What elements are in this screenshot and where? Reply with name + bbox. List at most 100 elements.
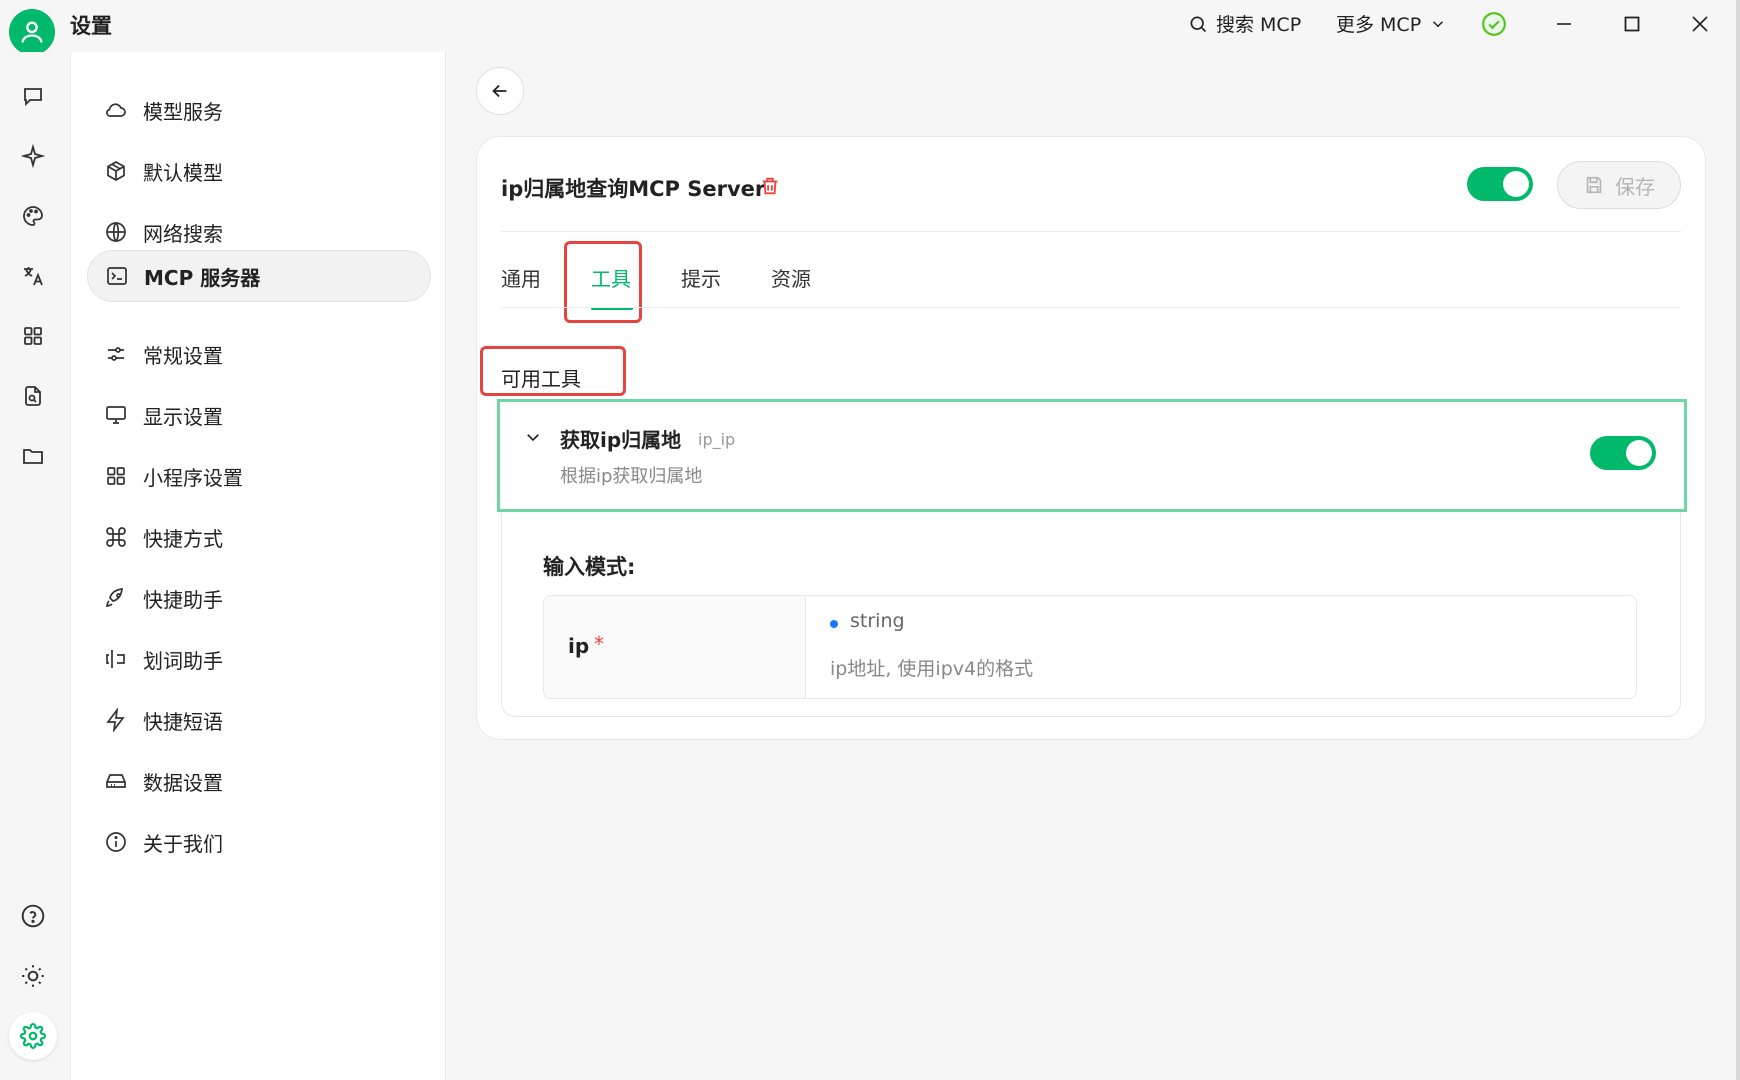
menu-item-mcp-servers[interactable]: MCP 服务器	[87, 250, 431, 302]
save-icon	[1586, 176, 1602, 194]
text-cursor-icon	[103, 646, 129, 672]
arrow-left-icon	[492, 84, 507, 98]
settings-menu: 模型服务 默认模型 网络搜索 MCP 服务器 常规设置 显示设置 小程序设置 快…	[70, 52, 446, 1080]
cloud-icon	[103, 97, 129, 123]
required-mark: *	[594, 632, 604, 656]
toggle-knob	[1626, 440, 1652, 466]
tool-item[interactable]: 获取ip归属地 ip_ip 根据ip获取归属地	[497, 399, 1687, 512]
gear-icon	[20, 1023, 46, 1049]
search-icon	[1190, 16, 1207, 32]
sliders-icon	[103, 341, 129, 367]
param-description: ip地址, 使用ipv4的格式	[830, 658, 1034, 680]
search-mcp-button[interactable]: 搜索 MCP	[1188, 10, 1301, 37]
command-icon	[103, 524, 129, 550]
menu-item-label: 默认模型	[143, 160, 223, 185]
translate-icon	[24, 267, 43, 286]
type-bullet	[830, 620, 838, 628]
menu-item-label: 快捷助手	[143, 587, 223, 612]
tool-name: 获取ip归属地	[560, 428, 682, 452]
menu-item-quick-assistant[interactable]: 快捷助手	[87, 572, 431, 624]
rail-apps-button[interactable]	[13, 316, 53, 356]
tab-resources[interactable]: 资源	[771, 263, 811, 292]
menu-item-general-settings[interactable]: 常规设置	[87, 328, 431, 380]
server-title: ip归属地查询MCP Server	[501, 177, 766, 201]
menu-item-label: 快捷短语	[143, 709, 223, 734]
tabs-divider	[501, 307, 1681, 308]
apps-grid-icon	[24, 327, 42, 345]
sun-moon-icon	[22, 965, 44, 987]
menu-item-label: 模型服务	[143, 99, 223, 124]
check-circle-icon	[1482, 12, 1506, 36]
more-mcp-label: 更多 MCP	[1336, 14, 1422, 36]
menu-item-default-model[interactable]: 默认模型	[87, 145, 431, 197]
tab-general[interactable]: 通用	[501, 263, 541, 292]
rail-folder-button[interactable]	[13, 436, 53, 476]
more-mcp-dropdown[interactable]: 更多 MCP	[1336, 10, 1447, 37]
rail-settings-button[interactable]	[9, 1012, 57, 1060]
cube-icon	[103, 158, 129, 184]
chat-icon	[24, 88, 42, 107]
rail-chat-button[interactable]	[13, 76, 53, 116]
status-check-button[interactable]	[1474, 6, 1514, 42]
search-mcp-label: 搜索 MCP	[1216, 14, 1302, 36]
header-divider	[501, 231, 1681, 232]
schema-value-cell: string ip地址, 使用ipv4的格式	[806, 596, 1636, 698]
rocket-icon	[103, 585, 129, 611]
monitor-icon	[103, 402, 129, 428]
tools-tab-highlight	[564, 241, 642, 323]
menu-item-display-settings[interactable]: 显示设置	[87, 389, 431, 441]
server-enable-toggle[interactable]	[1467, 167, 1533, 201]
trash-icon	[762, 177, 778, 195]
menu-item-about-us[interactable]: 关于我们	[87, 816, 431, 868]
help-circle-icon	[21, 904, 45, 928]
close-icon	[1692, 16, 1708, 32]
chevron-down-icon	[1433, 20, 1444, 27]
close-button[interactable]	[1680, 6, 1720, 42]
save-button[interactable]: 保存	[1557, 161, 1681, 209]
expand-tool-button[interactable]	[524, 428, 542, 446]
back-button[interactable]	[476, 67, 524, 115]
input-schema-title: 输入模式:	[543, 555, 636, 579]
menu-item-miniapp-settings[interactable]: 小程序设置	[87, 450, 431, 502]
rail-theme-button[interactable]	[13, 956, 53, 996]
menu-item-label: MCP 服务器	[144, 265, 261, 290]
menu-item-data-settings[interactable]: 数据设置	[87, 755, 431, 807]
menu-item-model-service[interactable]: 模型服务	[87, 84, 431, 136]
nav-rail	[0, 52, 70, 1080]
tab-prompts[interactable]: 提示	[681, 263, 721, 292]
param-type: string	[850, 610, 905, 632]
sparkle-icon	[21, 144, 45, 168]
minimize-button[interactable]	[1544, 6, 1584, 42]
menu-item-quick-phrases[interactable]: 快捷短语	[87, 694, 431, 746]
folder-icon	[23, 449, 43, 464]
user-icon	[21, 21, 43, 43]
zap-icon	[103, 707, 129, 733]
rail-help-button[interactable]	[13, 896, 53, 936]
user-avatar[interactable]	[9, 9, 55, 55]
rail-sparkle-button[interactable]	[13, 136, 53, 176]
delete-server-button[interactable]	[759, 175, 781, 197]
available-tools-highlight	[480, 346, 626, 396]
menu-item-shortcuts[interactable]: 快捷方式	[87, 511, 431, 563]
server-detail-card: ip归属地查询MCP Server 保存 通用 工具 提示 资源 可用工具 获取…	[476, 136, 1706, 740]
terminal-icon	[104, 263, 130, 289]
info-icon	[103, 829, 129, 855]
input-schema-table: ip * string ip地址, 使用ipv4的格式	[543, 595, 1637, 699]
rail-translate-button[interactable]	[13, 256, 53, 296]
maximize-button[interactable]	[1612, 6, 1652, 42]
chevron-down-icon	[527, 434, 539, 442]
palette-icon	[23, 206, 43, 226]
tool-enable-toggle[interactable]	[1590, 436, 1656, 470]
toggle-knob	[1503, 171, 1529, 197]
rail-palette-button[interactable]	[13, 196, 53, 236]
window-title: 设置	[70, 14, 112, 38]
menu-item-label: 显示设置	[143, 404, 223, 429]
minimize-icon	[1557, 23, 1571, 25]
file-search-icon	[25, 386, 41, 406]
menu-item-label: 常规设置	[143, 343, 223, 368]
main-content: ip归属地查询MCP Server 保存 通用 工具 提示 资源 可用工具 获取…	[446, 52, 1740, 1080]
save-label: 保存	[1615, 174, 1655, 199]
menu-item-label: 网络搜索	[143, 221, 223, 246]
rail-file-search-button[interactable]	[13, 376, 53, 416]
menu-item-selection-assistant[interactable]: 划词助手	[87, 633, 431, 685]
